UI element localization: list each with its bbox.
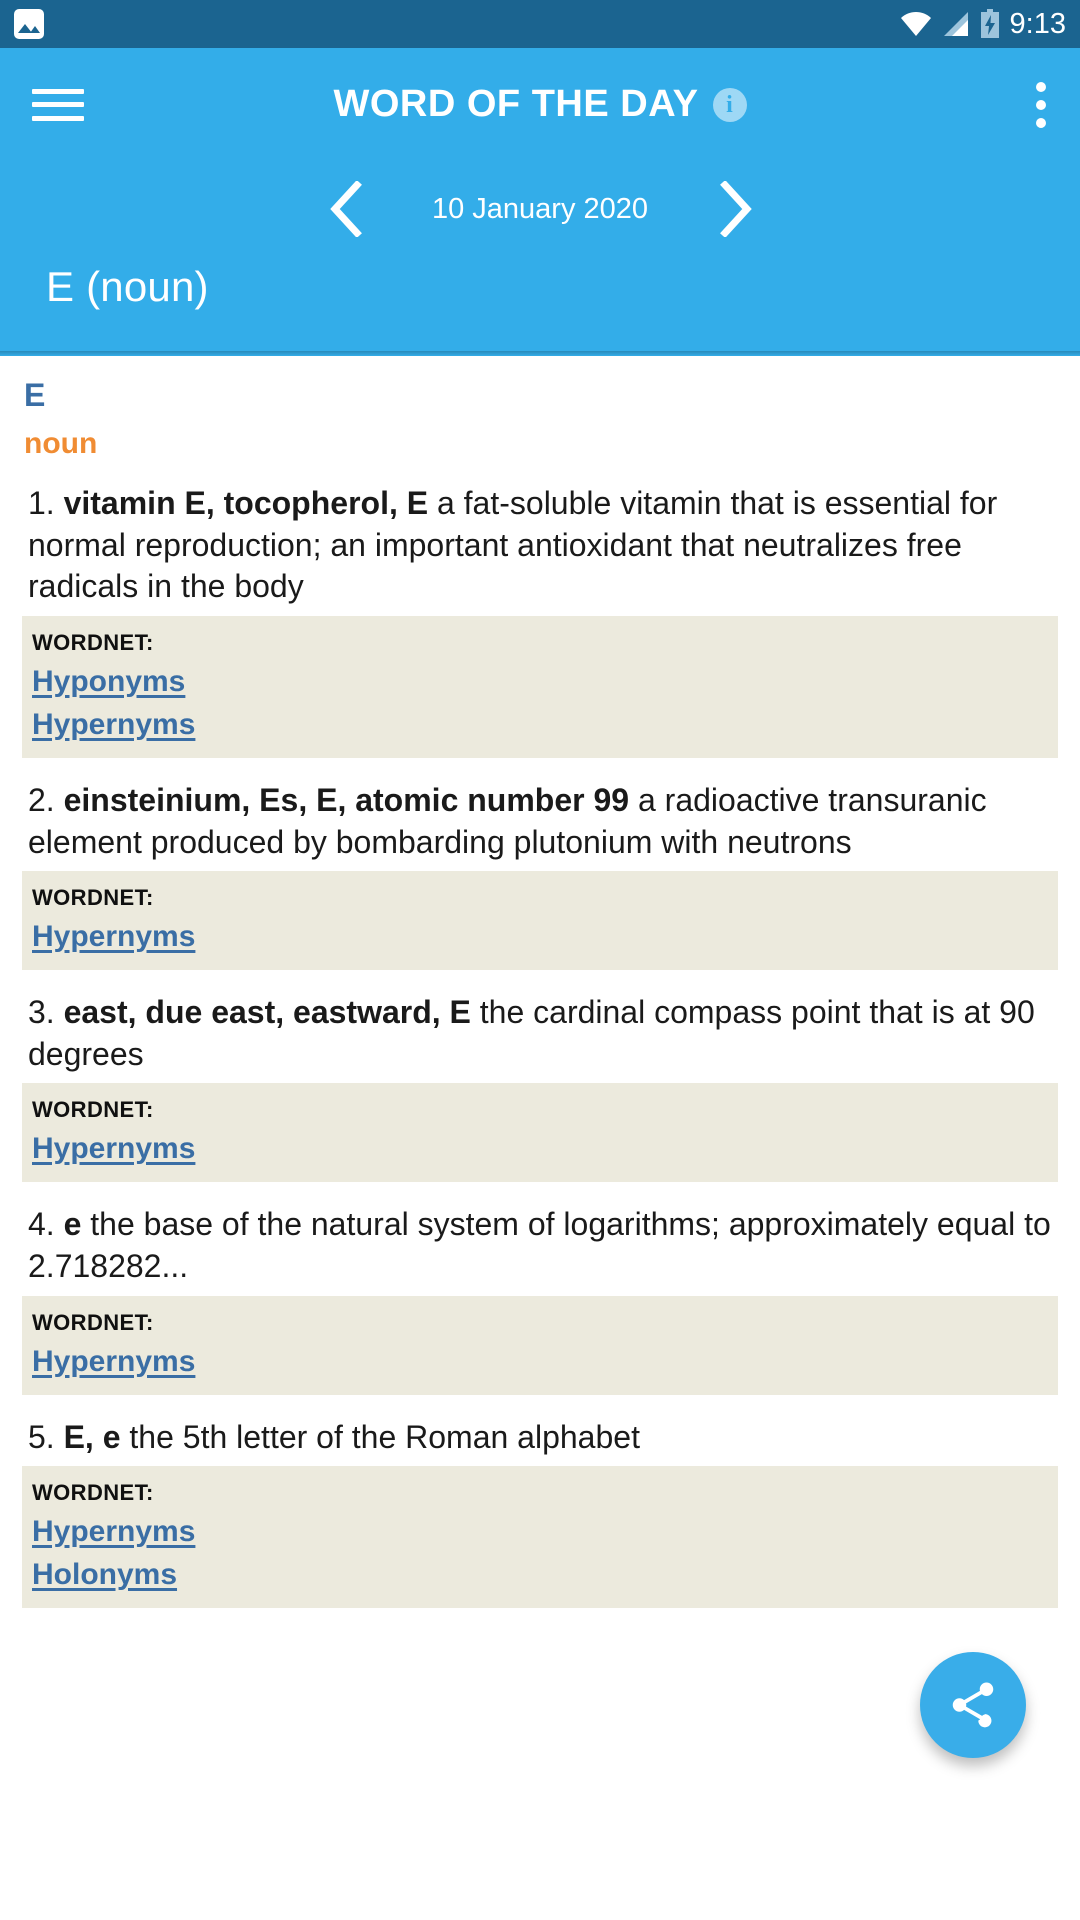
signal-icon [942,11,970,37]
sense-headwords: east, due east, eastward, E [63,994,471,1031]
wordnet-link-hypernyms[interactable]: Hypernyms [32,1345,195,1379]
share-fab-button[interactable] [920,1652,1026,1758]
hamburger-menu-icon[interactable] [32,85,84,125]
wordnet-link-hyponyms[interactable]: Hyponyms [32,665,185,699]
wordnet-link-holonyms[interactable]: Holonyms [32,1558,177,1592]
wifi-icon [900,11,932,37]
sense-number: 4. [28,1206,55,1243]
sense-item: 2. einsteinium, Es, E, atomic number 99 … [22,780,1058,971]
chevron-right-icon[interactable] [690,164,780,254]
wordnet-box: WORDNET: Hypernyms [22,871,1058,971]
status-bar-system: 9:13 [900,0,1066,48]
wordnet-label: WORDNET: [32,1097,154,1123]
share-icon [952,1682,994,1728]
app-root: 9:13 WORD OF THE DAY i 10 January 2020 E… [0,0,1080,1920]
wordnet-box: WORDNET: Hypernyms [22,1295,1058,1395]
sense-item: 3. east, due east, eastward, E the cardi… [22,992,1058,1183]
status-bar-notifications [14,9,44,39]
wordnet-link-hypernyms[interactable]: Hypernyms [32,920,195,954]
page-title: WORD OF THE DAY [333,83,699,125]
sense-definition: the 5th letter of the Roman alphabet [129,1418,640,1455]
image-notification-icon [14,9,44,39]
entry-word: E [24,377,46,413]
sense-number: 2. [28,781,55,818]
sense-text: 4. e the base of the natural system of l… [22,1204,1058,1287]
sense-item: 4. e the base of the natural system of l… [22,1204,1058,1395]
sense-list: 1. vitamin E, tocopherol, E a fat-solubl… [22,483,1058,1609]
date-navigation: 10 January 2020 [0,161,1080,257]
wordnet-box: WORDNET: Hypernyms Holonyms [22,1466,1058,1609]
sense-text: 5. E, e the 5th letter of the Roman alph… [22,1417,1058,1459]
sense-headwords: vitamin E, tocopherol, E [63,485,429,522]
app-bar-title-group: WORD OF THE DAY i [0,83,1080,126]
app-bar-top-row: WORD OF THE DAY i [0,48,1080,161]
sense-number: 3. [28,994,55,1031]
wordnet-label: WORDNET: [32,1309,154,1335]
wordnet-link-hypernyms[interactable]: Hypernyms [32,708,195,742]
wordnet-box: WORDNET: Hypernyms [22,1083,1058,1183]
sense-definition: the base of the natural system of logari… [28,1206,1051,1284]
wordnet-box: WORDNET: Hyponyms Hypernyms [22,615,1058,758]
status-bar: 9:13 [0,0,1080,48]
sense-item: 1. vitamin E, tocopherol, E a fat-solubl… [22,483,1058,758]
sense-item: 5. E, e the 5th letter of the Roman alph… [22,1417,1058,1609]
sense-headwords: e [63,1206,82,1243]
sense-number: 1. [28,485,55,522]
sense-text: 3. east, due east, eastward, E the cardi… [22,992,1058,1075]
current-date-label: 10 January 2020 [431,192,649,225]
wordnet-label: WORDNET: [32,885,154,911]
app-bar: WORD OF THE DAY i 10 January 2020 E (nou… [0,48,1080,356]
wordnet-label: WORDNET: [32,629,154,655]
chevron-left-icon[interactable] [300,164,390,254]
word-heading: E (noun) [46,263,209,310]
wordnet-link-hypernyms[interactable]: Hypernyms [32,1515,195,1549]
battery-charging-icon [980,9,1000,39]
wordnet-link-hypernyms[interactable]: Hypernyms [32,1132,195,1166]
sense-text: 2. einsteinium, Es, E, atomic number 99 … [22,780,1058,863]
sense-text: 1. vitamin E, tocopherol, E a fat-solubl… [22,483,1058,608]
sense-headwords: einsteinium, Es, E, atomic number 99 [63,781,630,818]
wordnet-label: WORDNET: [32,1480,154,1506]
more-vertical-icon[interactable] [1034,81,1048,128]
entry-part-of-speech: noun [24,427,98,461]
sense-headwords: E, e [63,1418,121,1455]
definition-content: E noun 1. vitamin E, tocopherol, E a fat… [0,356,1080,1920]
info-icon[interactable]: i [712,87,747,122]
sense-number: 5. [28,1418,55,1455]
status-bar-clock: 9:13 [1009,8,1066,40]
